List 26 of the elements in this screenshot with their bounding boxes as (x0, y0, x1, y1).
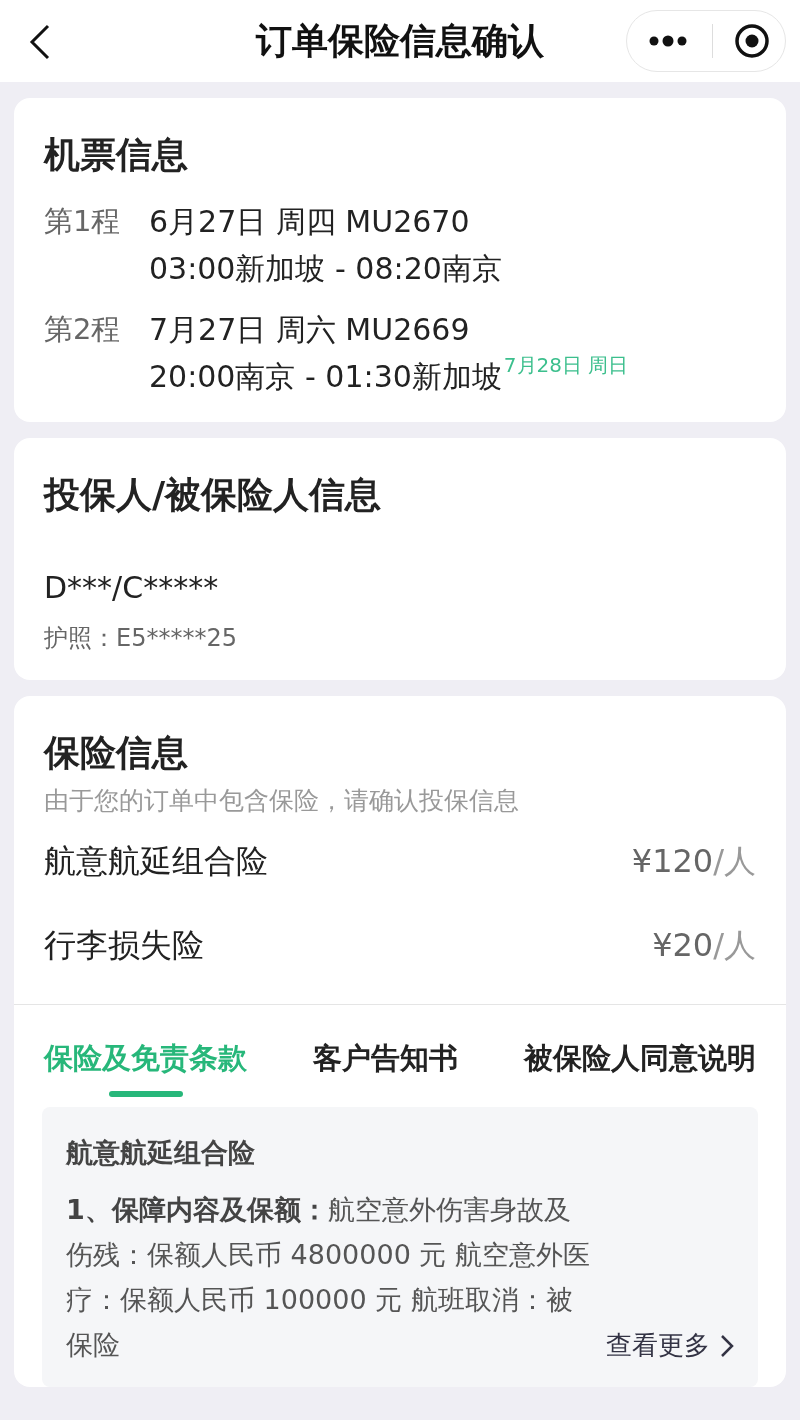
card-title: 保险信息 (44, 731, 189, 775)
clause-text: 1、保障内容及保额：航空意外伤害身故及伤残：保额人民币 4800000 元 航空意外医疗：保额人民币 100000 元 航班取消：被保险 (66, 1193, 591, 1362)
card-title: 机票信息 (44, 133, 189, 177)
page-title: 订单保险信息确认 (256, 18, 544, 63)
flight-times: 20:00南京 - 01:30新加坡 (149, 358, 502, 396)
chevron-right-icon (720, 1333, 734, 1358)
flight-info: 7月27日 周六 MU2669 (149, 311, 471, 349)
product-price: ¥120/人 (631, 841, 756, 882)
tab[interactable]: 被保险人同意说明 (524, 1027, 756, 1097)
back-icon[interactable] (28, 24, 52, 60)
leg-label: 第2程 (44, 311, 122, 348)
arrival-date-note: 7月28日 周日 (503, 353, 629, 377)
clause-title: 航意航延组合险 (66, 1136, 256, 1170)
passenger-name: D***/C***** (44, 569, 220, 607)
card-title: 投保人/被保险人信息 (44, 473, 383, 517)
product-name: 航意航延组合险 (44, 841, 268, 882)
more-icon[interactable] (649, 35, 687, 47)
card-subtitle: 由于您的订单中包含保险，请确认投保信息 (44, 785, 520, 817)
flight-times: 03:00新加坡 - 08:20南京 (149, 250, 502, 288)
leg-label: 第1程 (44, 203, 122, 240)
flight-info: 6月27日 周四 MU2670 (149, 203, 471, 241)
view-more-link[interactable]: 查看更多 (606, 1328, 734, 1363)
product-price: ¥20/人 (652, 925, 756, 966)
tab[interactable]: 客户告知书 (313, 1027, 458, 1097)
product-name: 行李损失险 (44, 925, 204, 966)
passport-number: 护照：E5*****25 (44, 623, 238, 654)
